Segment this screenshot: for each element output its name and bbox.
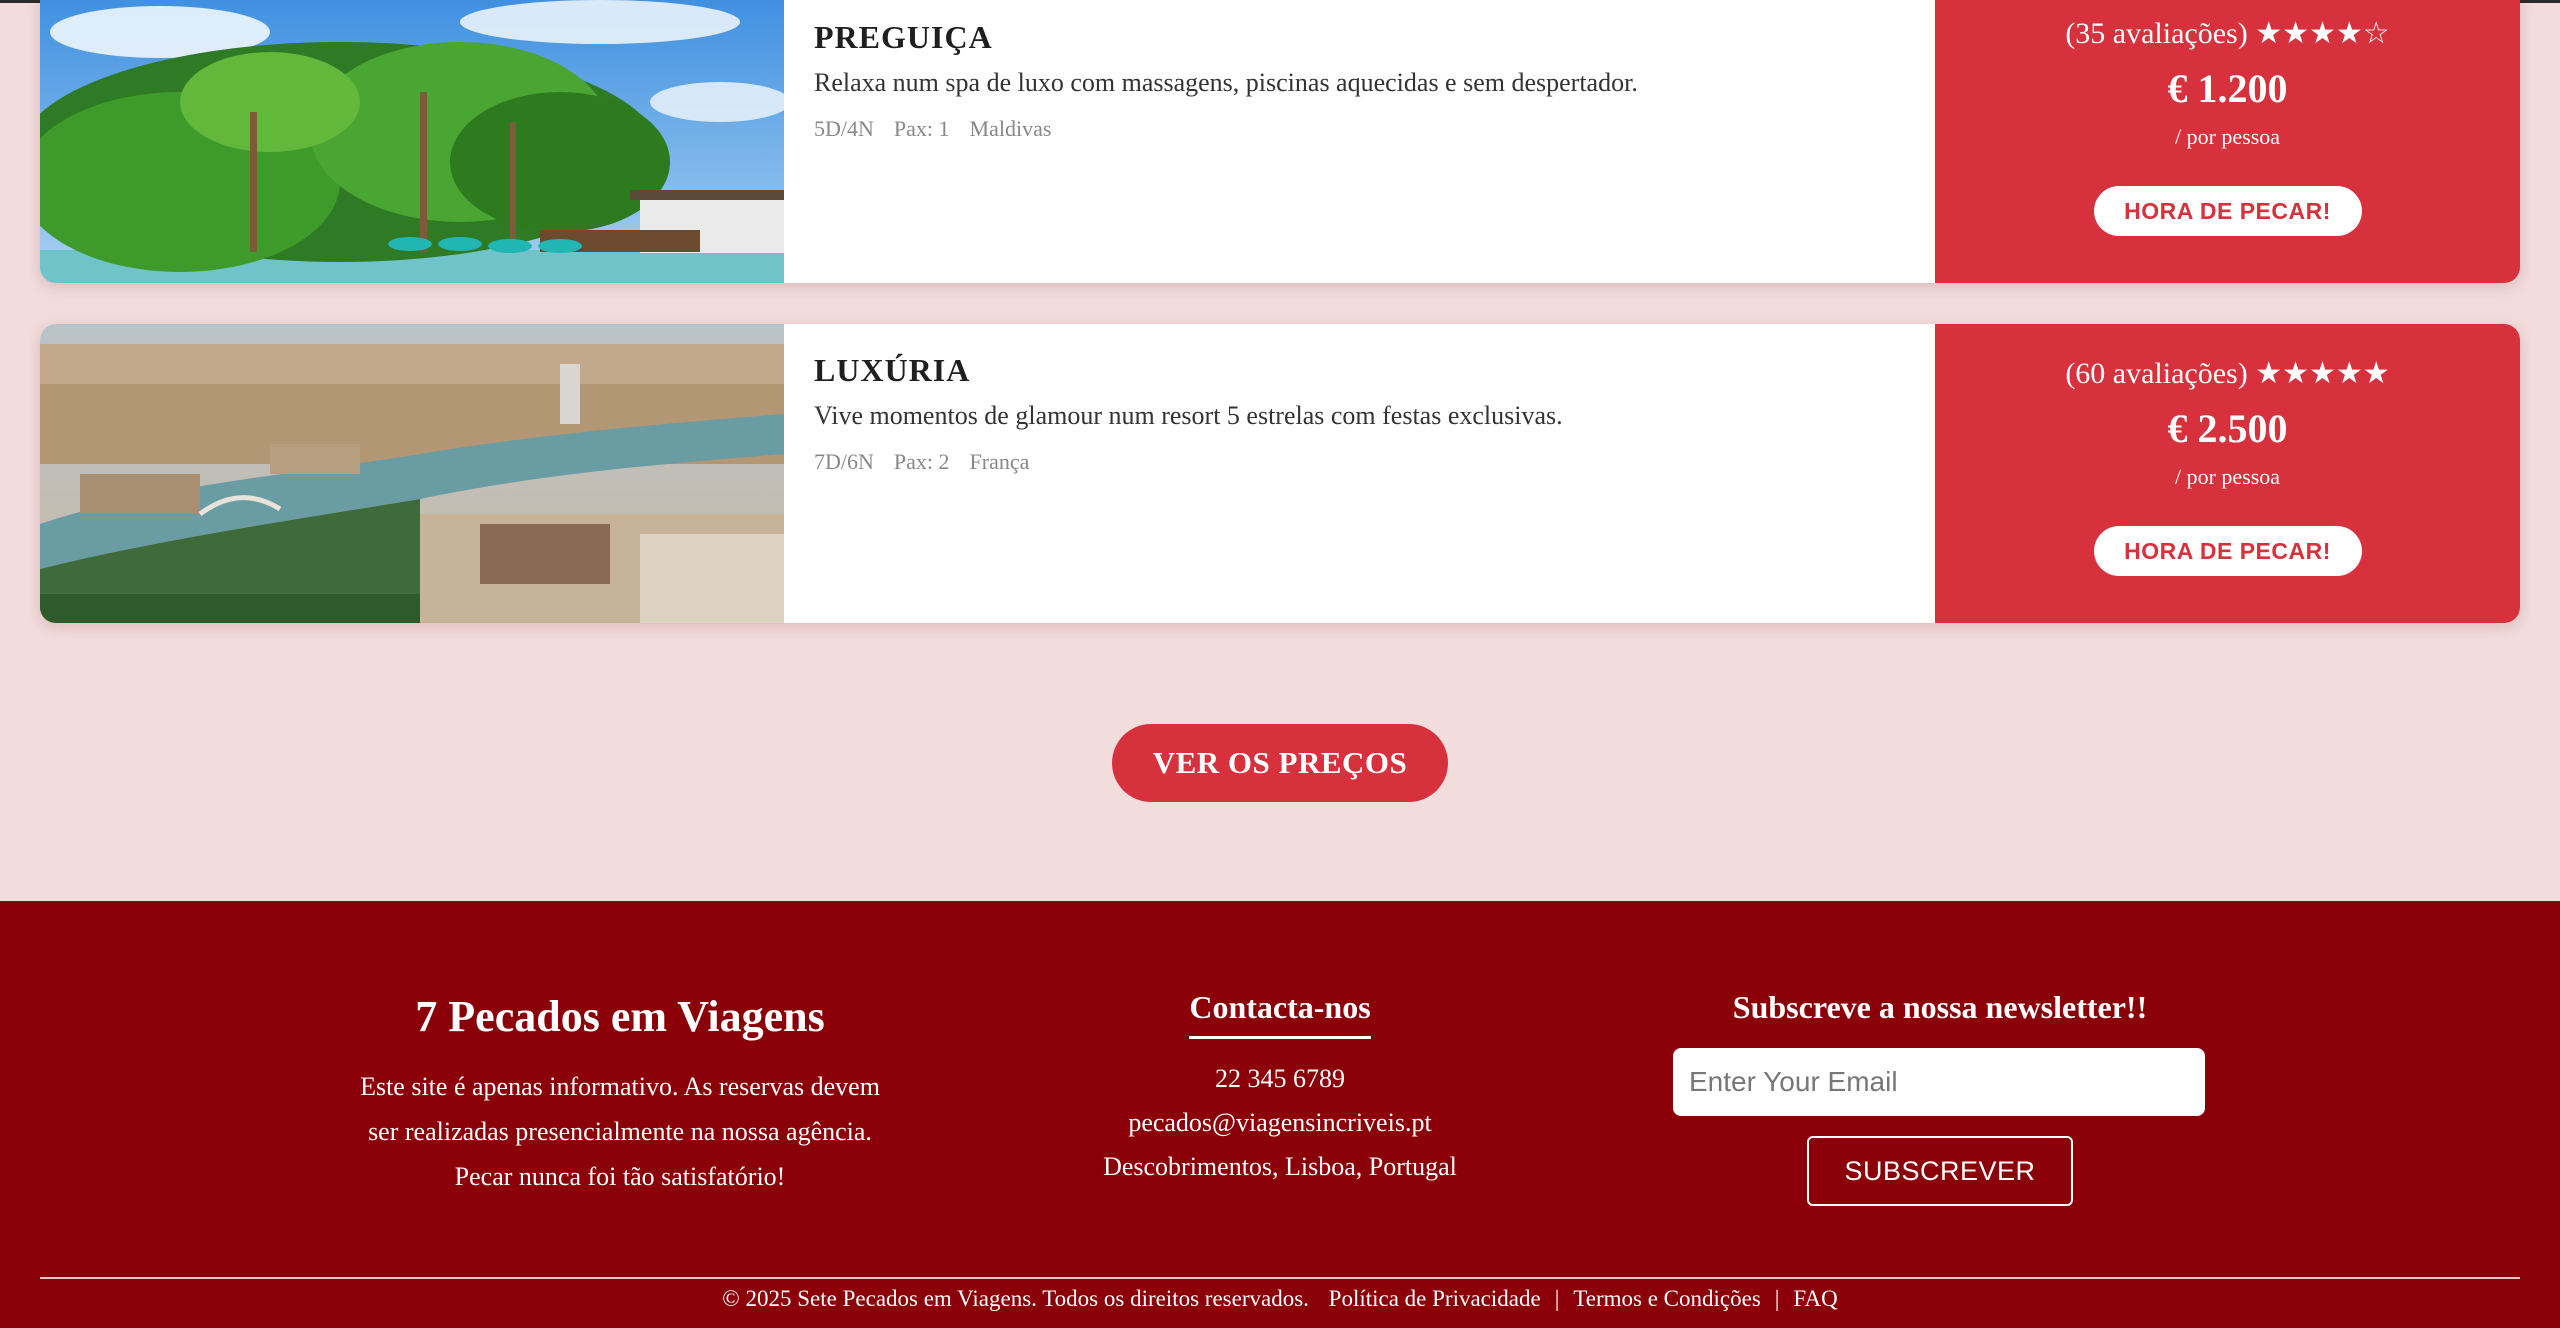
footer-separator: |: [1774, 1286, 1780, 1311]
package-info: PREGUIÇA Relaxa num spa de luxo com mass…: [784, 0, 1935, 283]
book-button[interactable]: HORA DE PECAR!: [2093, 186, 2362, 236]
footer-bottom-bar: © 2025 Sete Pecados em Viagens. Todos os…: [0, 1286, 2560, 1312]
package-card-luxuria: LUXÚRIA Vive momentos de glamour num res…: [40, 324, 2520, 623]
package-destination: França: [969, 449, 1030, 474]
footer-brand-text: Este site é apenas informativo. As reser…: [290, 1064, 950, 1199]
terms-link[interactable]: Termos e Condições: [1573, 1286, 1760, 1311]
package-description: Relaxa num spa de luxo com massagens, pi…: [814, 68, 1638, 97]
package-pax: Pax: 1: [893, 116, 950, 141]
package-title: LUXÚRIA: [814, 352, 971, 388]
newsletter-email-input[interactable]: [1673, 1048, 2205, 1116]
package-title: PREGUIÇA: [814, 19, 993, 55]
package-price: € 1.200: [2167, 66, 2288, 111]
footer-brand: 7 Pecados em Viagens Este site é apenas …: [290, 991, 950, 1199]
footer-brand-title: 7 Pecados em Viagens: [415, 992, 825, 1041]
package-pax: Pax: 2: [893, 449, 950, 474]
package-rating: (35 avaliações) ★★★★☆: [2065, 17, 2390, 50]
footer-divider: [40, 1277, 2520, 1279]
contact-phone: 22 345 6789: [1215, 1064, 1345, 1093]
faq-link[interactable]: FAQ: [1793, 1286, 1837, 1311]
contact-address: Descobrimentos, Lisboa, Portugal: [1103, 1152, 1457, 1181]
package-rating: (60 avaliações) ★★★★★: [2065, 357, 2390, 390]
package-description: Vive momentos de glamour num resort 5 es…: [814, 401, 1563, 430]
package-destination: Maldivas: [969, 116, 1052, 141]
privacy-link[interactable]: Política de Privacidade: [1329, 1286, 1541, 1311]
package-duration: 5D/4N: [814, 116, 874, 141]
contact-email: pecados@viagensincriveis.pt: [1128, 1108, 1432, 1137]
package-price-unit: / por pessoa: [2174, 464, 2281, 489]
footer-contact: Contacta-nos 22 345 6789 pecados@viagens…: [1030, 989, 1530, 1189]
footer-newsletter: Subscreve a nossa newsletter!! SUBSCREVE…: [1660, 989, 2220, 1206]
package-image-maldivas: [40, 0, 784, 283]
subscribe-button[interactable]: SUBSCREVER: [1807, 1136, 2073, 1206]
package-image-paris: [40, 324, 784, 623]
package-duration: 7D/6N: [814, 449, 874, 474]
footer-separator: |: [1554, 1286, 1560, 1311]
footer-brand-line: Este site é apenas informativo. As reser…: [360, 1072, 880, 1101]
package-card-preguica: PREGUIÇA Relaxa num spa de luxo com mass…: [40, 0, 2520, 283]
copyright-text: © 2025 Sete Pecados em Viagens. Todos os…: [722, 1286, 1309, 1311]
package-price: € 2.500: [2167, 406, 2288, 451]
see-prices-button[interactable]: VER OS PREÇOS: [1112, 724, 1448, 802]
newsletter-title: Subscreve a nossa newsletter!!: [1732, 989, 2148, 1025]
package-meta: 7D/6N Pax: 2 França: [814, 449, 1905, 475]
contact-title: Contacta-nos: [1189, 989, 1371, 1039]
package-price-unit: / por pessoa: [2174, 124, 2281, 149]
package-price-panel: (60 avaliações) ★★★★★ € 2.500 / por pess…: [1935, 324, 2520, 623]
site-footer: 7 Pecados em Viagens Este site é apenas …: [0, 901, 2560, 1328]
footer-brand-line: ser realizadas presencialmente na nossa …: [368, 1117, 872, 1146]
package-price-panel: (35 avaliações) ★★★★☆ € 1.200 / por pess…: [1935, 0, 2520, 283]
footer-brand-line: Pecar nunca foi tão satisfatório!: [454, 1162, 786, 1191]
package-meta: 5D/4N Pax: 1 Maldivas: [814, 116, 1905, 142]
book-button[interactable]: HORA DE PECAR!: [2093, 526, 2362, 576]
package-info: LUXÚRIA Vive momentos de glamour num res…: [784, 324, 1935, 623]
